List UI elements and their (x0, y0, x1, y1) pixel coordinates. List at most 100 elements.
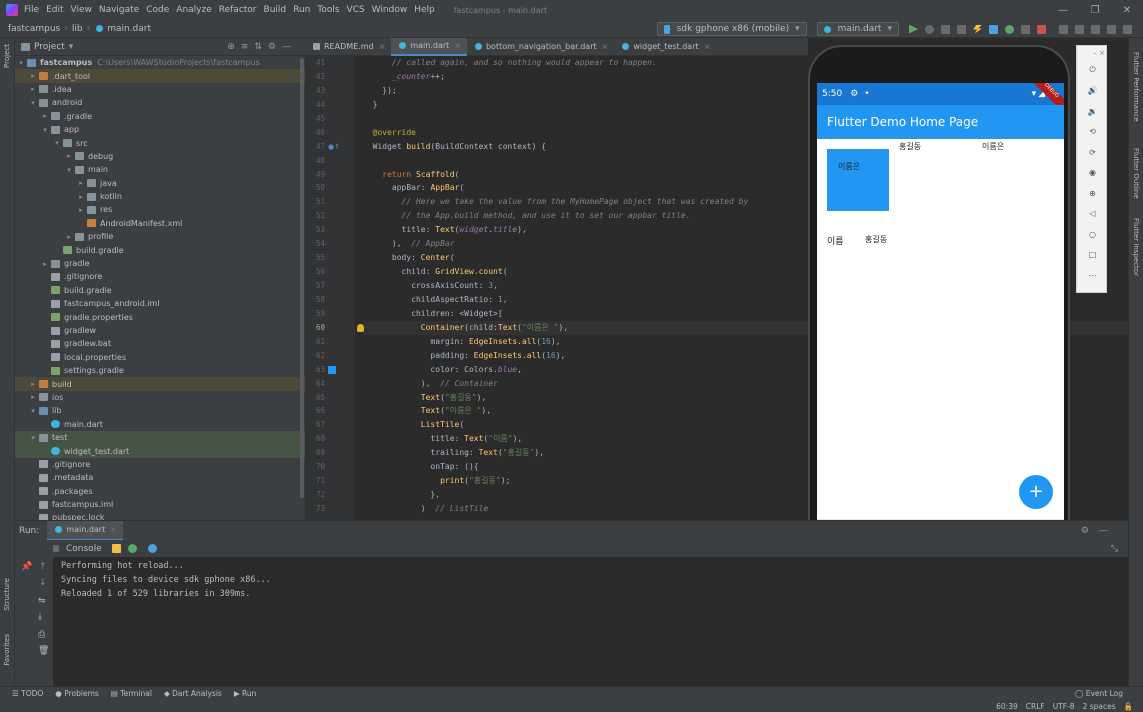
profile-icon[interactable] (957, 24, 966, 34)
project-scrollbar[interactable] (300, 58, 304, 498)
menu-navigate[interactable]: Navigate (99, 5, 139, 15)
chevron-right-icon[interactable]: ▸ (41, 260, 49, 268)
menu-file[interactable]: File (24, 5, 39, 15)
coverage-icon[interactable] (941, 24, 950, 34)
tree-item[interactable]: ▾ lib (15, 404, 305, 417)
tree-item[interactable]: local.properties (15, 351, 305, 364)
breadcrumb-project[interactable]: fastcampus (8, 24, 60, 34)
run-icon[interactable] (909, 24, 918, 34)
hot-restart-icon[interactable] (1005, 24, 1014, 34)
close-tab-icon[interactable]: × (602, 42, 609, 51)
bottom-tab-run[interactable]: ▶ Run (234, 689, 257, 698)
tree-item[interactable]: fastcampus_android.iml (15, 297, 305, 310)
tree-item[interactable]: .gitignore (15, 458, 305, 471)
tree-item[interactable]: ▸ profile (15, 230, 305, 243)
attach-debugger-icon[interactable] (1021, 24, 1030, 34)
tree-item[interactable]: ▸ ios (15, 391, 305, 404)
tree-item[interactable]: widget_test.dart (15, 444, 305, 458)
close-window-icon[interactable]: ✕ (1111, 5, 1143, 16)
tree-item[interactable]: ▸ gradle (15, 257, 305, 270)
bottom-tab-problems[interactable]: ● Problems (55, 689, 99, 698)
tree-item[interactable]: ▾ app (15, 123, 305, 136)
search-everywhere-icon[interactable] (1123, 24, 1132, 34)
hot-reload-icon[interactable] (973, 24, 982, 34)
avd-manager-icon[interactable] (1075, 24, 1084, 34)
device-selector[interactable]: sdk gphone x86 (mobile) ▾ (656, 22, 807, 36)
structure-tool-tab[interactable]: Structure (3, 578, 11, 611)
tree-item[interactable]: ▸ .idea (15, 83, 305, 96)
tree-root[interactable]: ▾ fastcampus C:\Users\WAWStudioProjects\… (15, 56, 305, 69)
stop-icon[interactable] (1037, 24, 1046, 34)
breadcrumb-file[interactable]: main.dart (107, 24, 151, 34)
tree-item[interactable]: .metadata (15, 471, 305, 484)
tree-item[interactable]: ▾ main (15, 163, 305, 176)
overview-icon[interactable]: □ (1077, 245, 1108, 266)
chevron-right-icon[interactable]: ▸ (65, 233, 73, 241)
bottom-tab-dart-analysis[interactable]: ◆ Dart Analysis (164, 689, 222, 698)
chevron-right-icon[interactable]: ▸ (65, 152, 73, 160)
chevron-down-icon[interactable]: ▾ (29, 434, 37, 442)
editor-tab[interactable]: README.md × (305, 38, 391, 56)
run-config-selector[interactable]: main.dart ▾ (816, 22, 899, 36)
chevron-down-icon[interactable]: ▾ (69, 42, 74, 52)
color-swatch-icon[interactable] (328, 365, 336, 374)
chevron-down-icon[interactable]: ▾ (65, 166, 73, 174)
override-marker-icon[interactable]: ●↑ (328, 143, 340, 151)
menu-refactor[interactable]: Refactor (219, 5, 257, 15)
console-tab[interactable]: Console (66, 544, 102, 554)
locate-file-icon[interactable]: ⊕ (227, 42, 241, 52)
tree-item[interactable]: fastcampus.iml (15, 498, 305, 511)
debug-icon[interactable] (925, 24, 934, 34)
tree-item[interactable]: .packages (15, 485, 305, 498)
editor-tab[interactable]: main.dart × (391, 37, 467, 56)
soft-wrap-icon[interactable]: ⇋ (38, 596, 46, 606)
tree-item[interactable]: ▸ res (15, 203, 305, 216)
tree-item[interactable]: build.gradle (15, 243, 305, 256)
chevron-right-icon[interactable]: ▸ (29, 380, 37, 388)
sync-gradle-icon[interactable] (1059, 24, 1068, 34)
project-view-selector[interactable]: Project (34, 42, 65, 52)
tree-item[interactable]: ▸ build (15, 377, 305, 391)
run-config-tab[interactable]: main.dart × (47, 520, 123, 541)
chevron-down-icon[interactable]: ▾ (53, 139, 61, 147)
scroll-to-end-icon[interactable]: ⤓ (38, 612, 42, 622)
menu-analyze[interactable]: Analyze (176, 5, 211, 15)
menu-run[interactable]: Run (293, 5, 310, 15)
chevron-down-icon[interactable]: ▾ (41, 126, 49, 134)
menu-help[interactable]: Help (414, 5, 435, 15)
tree-item[interactable]: ▸ .gradle (15, 110, 305, 123)
chevron-right-icon[interactable]: ▸ (29, 85, 37, 93)
menu-tools[interactable]: Tools (317, 5, 339, 15)
more-icon[interactable]: ⋯ (1077, 265, 1108, 286)
lock-icon[interactable]: 🔓 (1124, 702, 1133, 711)
bottom-tab-terminal[interactable]: ▤ Terminal (111, 689, 152, 698)
minimize-icon[interactable]: – (1093, 49, 1097, 57)
tree-item[interactable]: .gitignore (15, 270, 305, 283)
tree-item[interactable]: main.dart (15, 418, 305, 431)
tree-item[interactable]: ▾ src (15, 136, 305, 149)
menu-view[interactable]: View (71, 5, 92, 15)
chevron-down-icon[interactable]: ▾ (29, 407, 37, 415)
home-circle-icon[interactable]: ○ (1077, 224, 1108, 245)
hot-reload-icon[interactable] (111, 544, 121, 553)
lightbulb-icon[interactable] (357, 324, 364, 333)
power-icon[interactable]: ⏻ (1077, 60, 1108, 81)
flutter-inspector-tab[interactable]: Flutter Inspector (1132, 218, 1140, 276)
volume-up-icon[interactable]: 🔊 (1077, 81, 1108, 102)
console-output[interactable]: Performing hot reload... Syncing files to… (53, 557, 1128, 686)
devtools-icon[interactable] (147, 544, 157, 553)
flutter-performance-tab[interactable]: Flutter Performance (1132, 52, 1140, 122)
chevron-right-icon[interactable]: ▸ (29, 393, 37, 401)
editor-tab[interactable]: widget_test.dart × (614, 38, 716, 56)
caret-position[interactable]: 60:39 (996, 702, 1018, 711)
pin-icon[interactable]: 📌 (21, 562, 32, 572)
hide-panel-icon[interactable]: — (1099, 526, 1118, 536)
close-tab-icon[interactable]: × (110, 525, 117, 534)
restore-layout-icon[interactable]: ⤡ (1111, 544, 1118, 554)
down-arrow-icon[interactable]: ↓ (39, 578, 47, 588)
up-arrow-icon[interactable]: ↑ (39, 562, 47, 572)
flutter-inspector-icon[interactable] (989, 24, 998, 34)
collapse-all-icon[interactable]: ⇅ (254, 42, 268, 52)
editor-tab[interactable]: bottom_navigation_bar.dart × (467, 38, 614, 56)
menu-vcs[interactable]: VCS (347, 5, 365, 15)
